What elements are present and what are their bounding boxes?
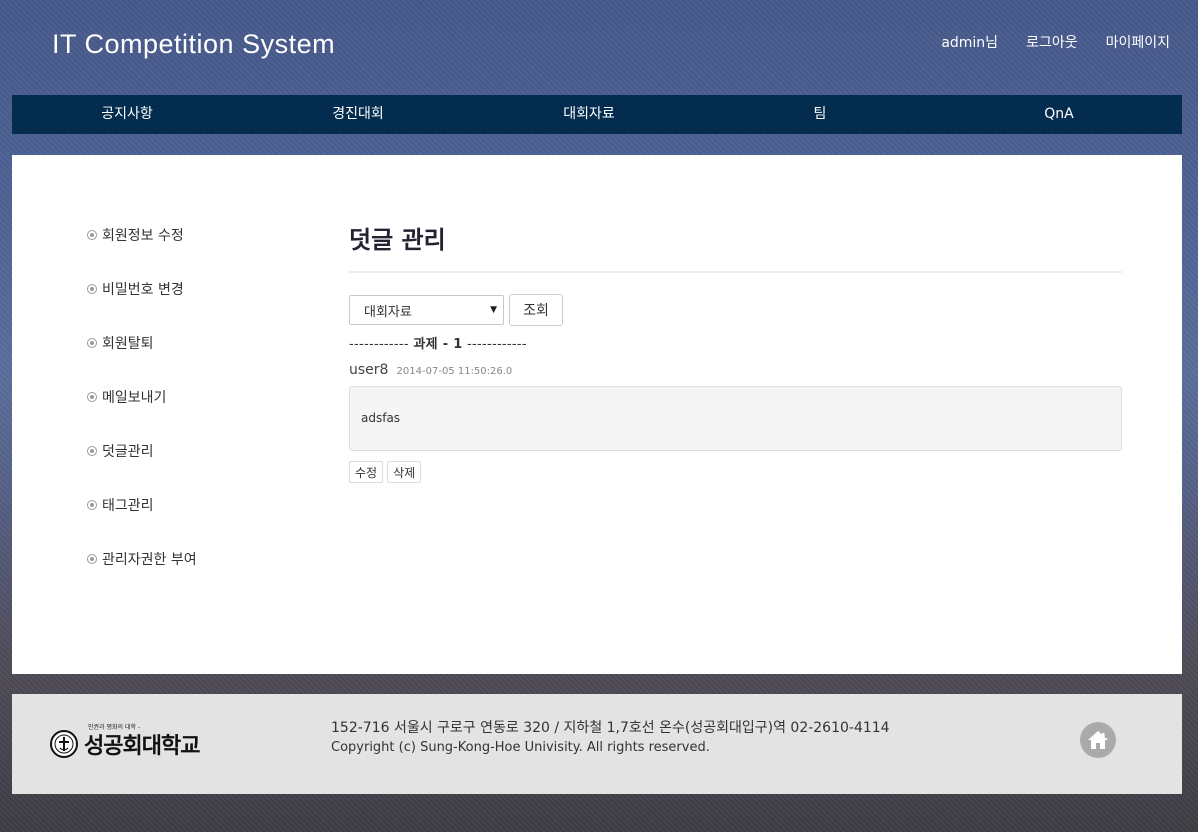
home-button[interactable] <box>1080 722 1116 758</box>
category-select[interactable]: 대회자료 ▼ <box>349 295 504 325</box>
sidebar-item-comments[interactable]: 덧글관리 <box>87 441 197 461</box>
content-area: 덧글 관리 대회자료 ▼ 조회 ------------ 과제 - 1 ----… <box>349 221 1122 483</box>
radio-bullet-icon <box>87 230 97 240</box>
delete-comment-button[interactable]: 삭제 <box>387 461 422 483</box>
logo-text: 성공회대학교 <box>84 733 200 759</box>
radio-bullet-icon <box>87 446 97 456</box>
nav-item-qna[interactable]: QnA <box>1044 95 1073 134</box>
section-title: 과제 - 1 <box>413 337 463 352</box>
nav-item-team[interactable]: 팀 <box>814 95 827 134</box>
sidebar-item-change-password[interactable]: 비밀번호 변경 <box>87 279 197 299</box>
radio-bullet-icon <box>87 338 97 348</box>
sidebar-item-label: 태그관리 <box>102 498 154 514</box>
radio-bullet-icon <box>87 500 97 510</box>
category-select-value: 대회자료 <box>364 304 412 320</box>
logout-link[interactable]: 로그아웃 <box>1026 32 1078 52</box>
nav-item-competitions[interactable]: 경진대회 <box>332 95 384 134</box>
section-dashes-right: ------------ <box>467 337 527 352</box>
main-navbar: 공지사항 경진대회 대회자료 팀 QnA <box>12 95 1182 134</box>
footer-info: 152-716 서울시 구로구 연동로 320 / 지하철 1,7호선 온수(성… <box>331 718 890 758</box>
sidebar-item-tags[interactable]: 태그관리 <box>87 495 197 515</box>
sidebar-item-label: 회원탈퇴 <box>102 336 154 352</box>
sidebar-item-withdraw[interactable]: 회원탈퇴 <box>87 333 197 353</box>
comment-actions: 수정 삭제 <box>349 461 1122 483</box>
footer-address: 152-716 서울시 구로구 연동로 320 / 지하철 1,7호선 온수(성… <box>331 720 890 736</box>
footer: 인권과 평화의 대학 - 성공회대학교 152-716 서울시 구로구 연동로 … <box>12 694 1182 794</box>
sidebar-item-label: 관리자권한 부여 <box>102 552 197 568</box>
university-seal-icon <box>50 730 78 758</box>
sidebar-item-label: 비밀번호 변경 <box>102 282 184 298</box>
nav-item-notices[interactable]: 공지사항 <box>101 95 153 134</box>
sidebar-item-label: 메일보내기 <box>102 390 167 406</box>
sidebar-item-grant-admin[interactable]: 관리자권한 부여 <box>87 549 197 569</box>
sidebar-item-send-mail[interactable]: 메일보내기 <box>87 387 197 407</box>
edit-comment-button[interactable]: 수정 <box>349 461 384 483</box>
page-title: 덧글 관리 <box>349 226 446 254</box>
sidebar-item-label: 회원정보 수정 <box>102 228 184 244</box>
caret-down-icon: ▼ <box>490 305 497 315</box>
main-panel: 회원정보 수정 비밀번호 변경 회원탈퇴 메일보내기 덧글관리 태그관리 관리자… <box>12 155 1182 674</box>
radio-bullet-icon <box>87 554 97 564</box>
filter-controls: 대회자료 ▼ 조회 <box>349 294 1122 326</box>
nav-item-materials[interactable]: 대회자료 <box>563 95 615 134</box>
sidebar-item-label: 덧글관리 <box>102 444 154 460</box>
title-divider <box>349 271 1122 273</box>
comment-meta: user8 2014-07-05 11:50:26.0 <box>349 360 1122 378</box>
sidebar-item-edit-profile[interactable]: 회원정보 수정 <box>87 225 197 245</box>
mypage-link[interactable]: 마이페이지 <box>1106 32 1170 52</box>
top-links: admin님 로그아웃 마이페이지 <box>941 32 1170 52</box>
comment-author: user8 <box>349 362 389 378</box>
radio-bullet-icon <box>87 284 97 294</box>
sidebar: 회원정보 수정 비밀번호 변경 회원탈퇴 메일보내기 덧글관리 태그관리 관리자… <box>87 225 197 603</box>
university-logo[interactable]: 인권과 평화의 대학 - 성공회대학교 <box>50 722 230 762</box>
section-heading: ------------ 과제 - 1 ------------ <box>349 336 1122 354</box>
section-dashes-left: ------------ <box>349 337 409 352</box>
comment-timestamp: 2014-07-05 11:50:26.0 <box>396 366 513 377</box>
search-button[interactable]: 조회 <box>509 294 563 326</box>
comment-body: adsfas <box>349 386 1122 451</box>
site-title[interactable]: IT Competition System <box>52 29 335 60</box>
radio-bullet-icon <box>87 392 97 402</box>
home-icon <box>1088 731 1108 749</box>
user-greeting: admin님 <box>941 35 999 51</box>
footer-copyright: Copyright (c) Sung-Kong-Hoe Univisity. A… <box>331 740 710 755</box>
